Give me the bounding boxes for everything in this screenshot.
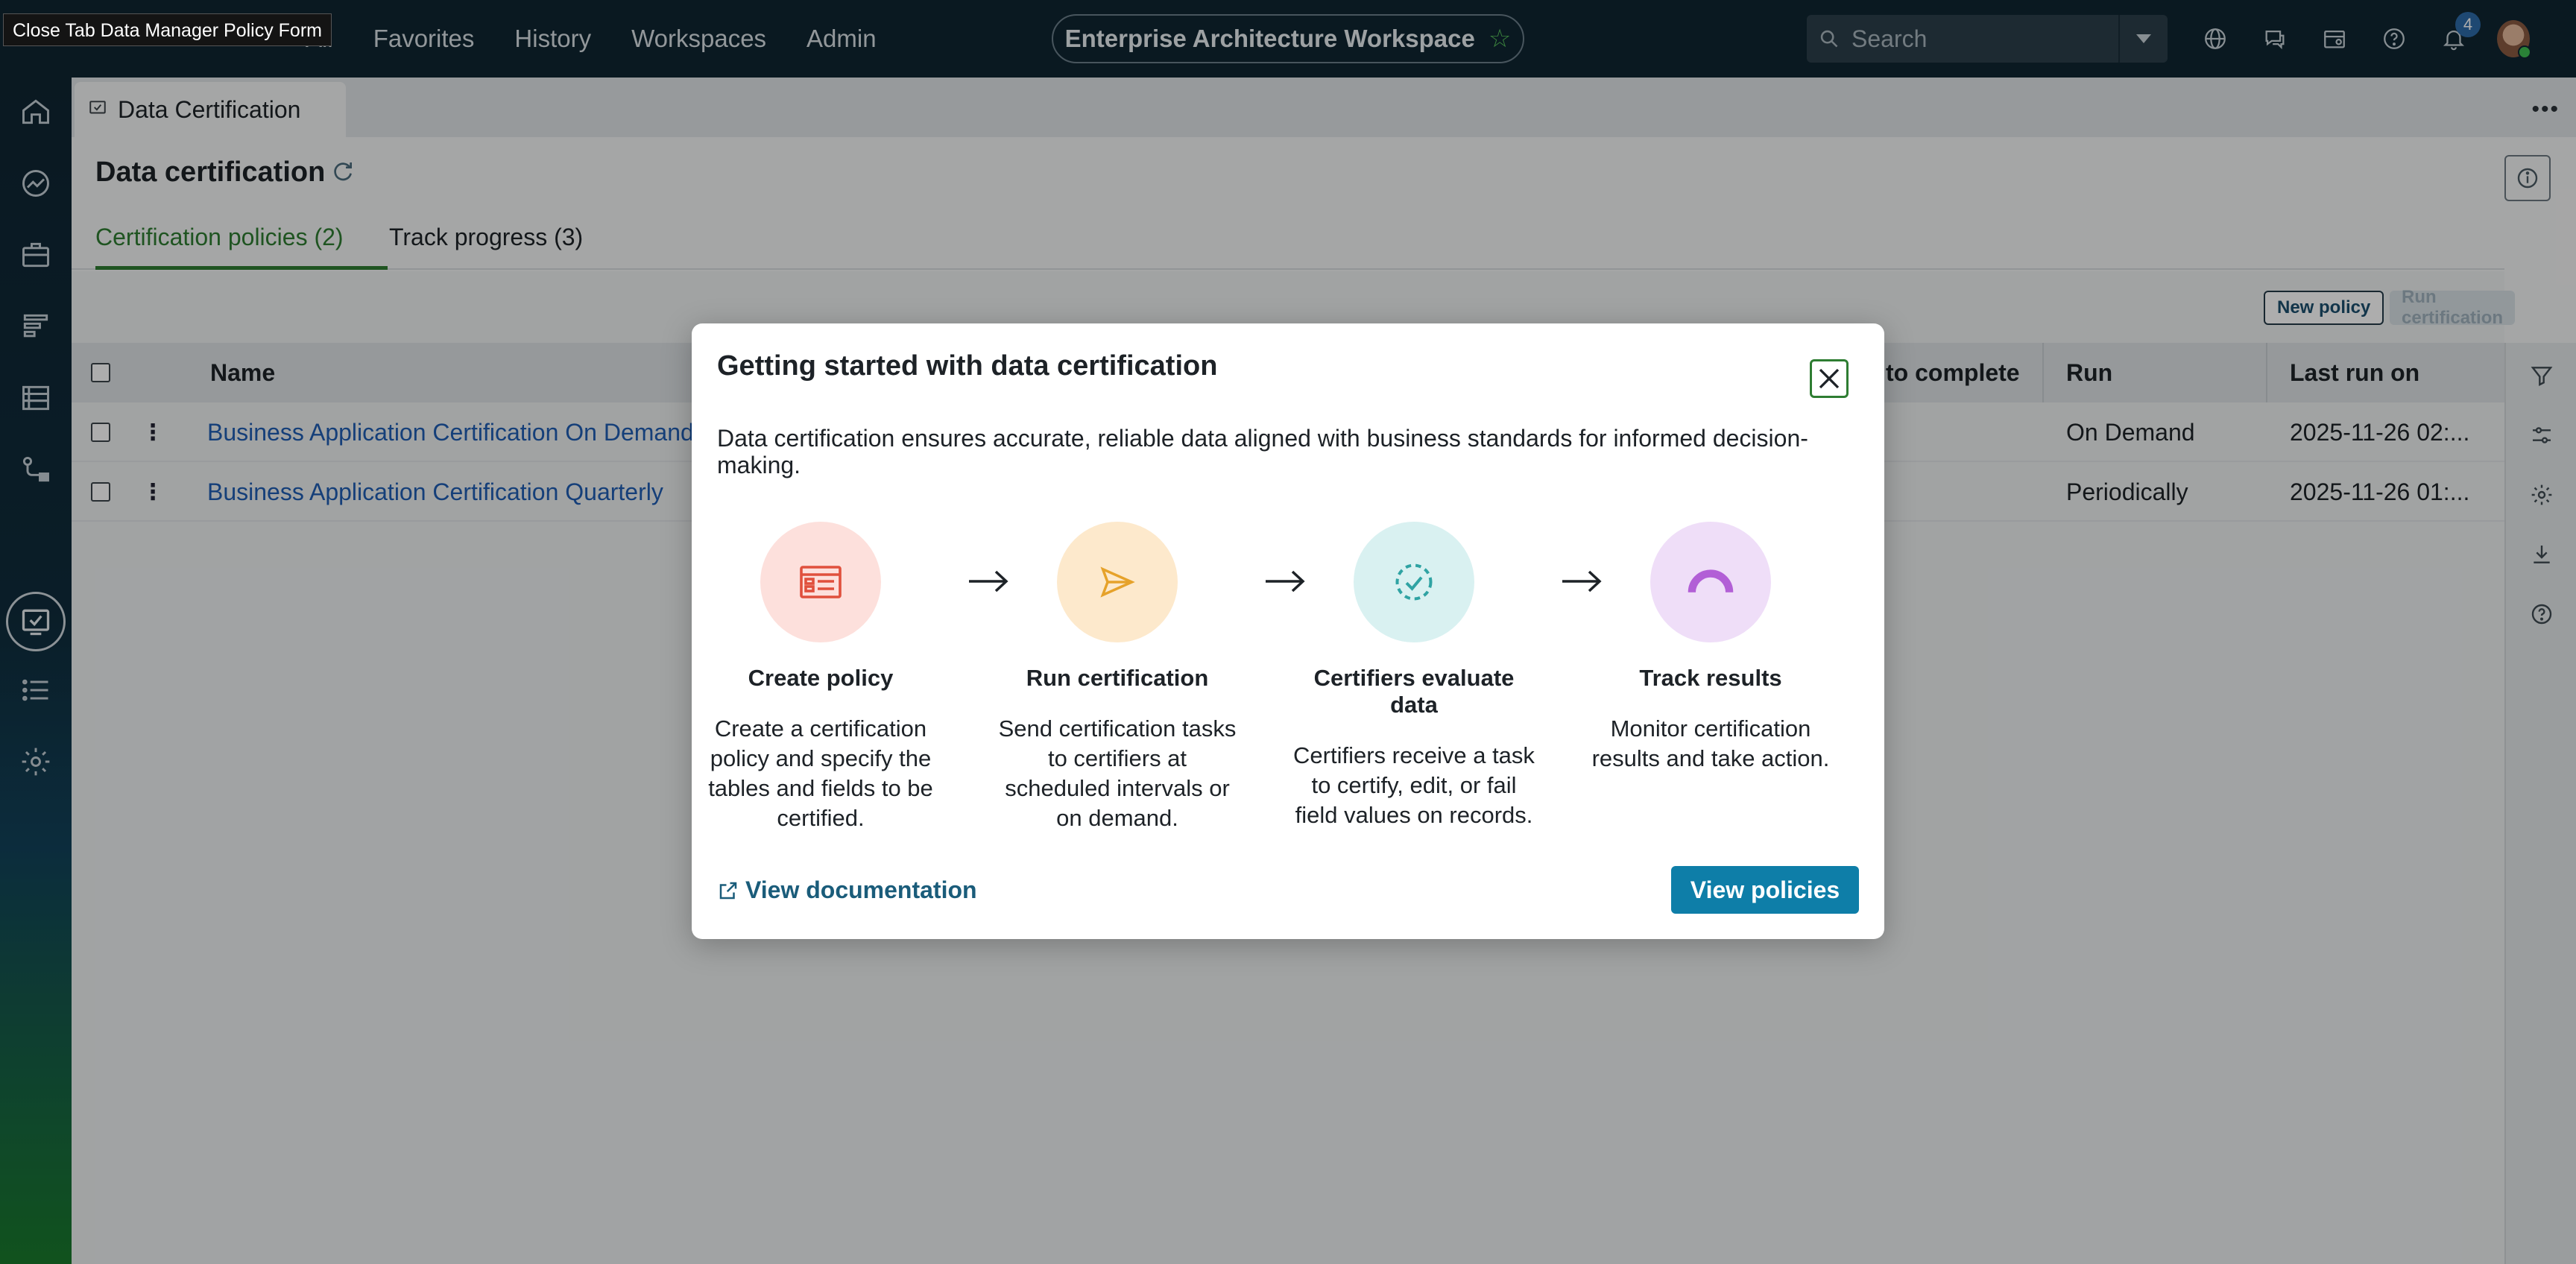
step-description: Certifiers receive a task to certify, ed…	[1293, 742, 1535, 828]
step-certifiers-evaluate: Certifiers evaluate data Certifiers rece…	[1291, 522, 1537, 830]
step-icon-circle	[760, 522, 881, 642]
send-icon	[1100, 566, 1135, 598]
step-title: Track results	[1639, 665, 1782, 691]
step-title: Certifiers evaluate data	[1313, 665, 1515, 718]
step-track-results: Track results Monitor certification resu…	[1588, 522, 1834, 774]
step-create-policy: Create policy Create a certification pol…	[698, 522, 944, 833]
step-description: Send certification tasks to certifiers a…	[998, 715, 1237, 831]
close-tab-tooltip: Close Tab Data Manager Policy Form	[3, 13, 332, 46]
getting-started-modal: Getting started with data certification …	[692, 323, 1884, 939]
view-documentation-link[interactable]: View documentation	[717, 876, 977, 904]
policy-form-icon	[800, 566, 842, 598]
gauge-icon	[1688, 569, 1734, 595]
modal-title: Getting started with data certification	[717, 350, 1218, 382]
step-icon-circle	[1354, 522, 1474, 642]
step-icon-circle	[1057, 522, 1178, 642]
external-link-icon	[719, 882, 737, 899]
modal-description: Data certification ensures accurate, rel…	[717, 425, 1808, 478]
view-policies-button[interactable]: View policies	[1671, 866, 1859, 914]
step-title: Run certification	[1026, 665, 1209, 691]
step-run-certification: Run certification Send certification tas…	[994, 522, 1240, 833]
step-title: Create policy	[748, 665, 894, 691]
check-circle-icon	[1395, 563, 1433, 601]
steps: Create policy Create a certification pol…	[692, 522, 1884, 835]
step-description: Create a certification policy and specif…	[708, 715, 933, 831]
step-icon-circle	[1650, 522, 1771, 642]
view-documentation-label: View documentation	[745, 876, 977, 903]
step-description: Monitor certification results and take a…	[1591, 715, 1830, 771]
close-icon	[1819, 368, 1840, 389]
close-button[interactable]	[1810, 359, 1849, 398]
